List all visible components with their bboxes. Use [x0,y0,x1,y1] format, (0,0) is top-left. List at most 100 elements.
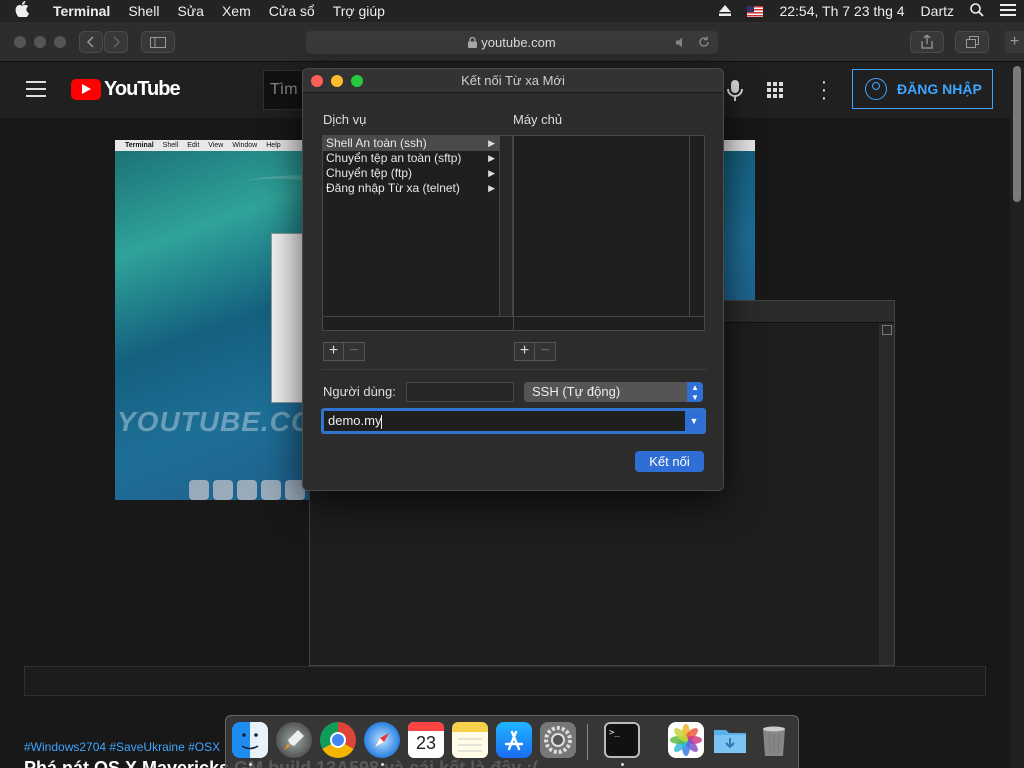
youtube-search-input[interactable]: Tìm [263,70,303,110]
running-indicator [621,763,624,766]
calendar-icon[interactable]: 23 [408,722,444,758]
new-tab-button[interactable]: + [1005,31,1024,53]
menu-edit[interactable]: Sửa [168,0,213,22]
chrome-icon[interactable] [320,722,356,758]
calendar-header [408,722,444,731]
page-scrollbar-thumb[interactable] [1013,66,1021,202]
running-indicator [381,763,384,766]
menu-window[interactable]: Cửa sổ [260,0,324,22]
dialog-minimize-button[interactable] [331,75,343,87]
apple-menu-icon[interactable] [0,1,44,21]
notification-center-icon[interactable] [1000,3,1016,19]
dialog-close-button[interactable] [311,75,323,87]
menubar-clock[interactable]: 22:54, Th 7 23 thg 4 [779,3,904,19]
window-close-button[interactable] [14,36,26,48]
video-menu-item: Terminal [125,142,154,149]
menu-view[interactable]: Xem [213,0,260,22]
youtube-play-icon [71,79,101,100]
finder-icon[interactable] [232,722,268,758]
video-menu-item: Window [232,142,258,149]
spotlight-search-icon[interactable] [970,2,984,20]
photos-icon[interactable] [668,722,704,758]
service-label: Chuyển tệp an toàn (sftp) [326,151,462,165]
safari-icon[interactable] [364,722,400,758]
share-button[interactable] [910,31,944,53]
app-store-icon[interactable] [496,722,532,758]
service-item-sftp[interactable]: Chuyển tệp an toàn (sftp) ▶ [323,151,499,166]
triangle-right-icon: ▶ [488,183,495,193]
tabs-icon [965,36,979,48]
launchpad-icon[interactable] [276,722,312,758]
triangle-right-icon: ▶ [488,168,495,178]
tabs-overview-button[interactable] [955,31,989,53]
address-url: youtube.com [481,35,556,50]
page-scrollbar[interactable] [1010,62,1024,768]
safari-toolbar: youtube.com + [0,22,1024,62]
new-remote-connection-dialog: Kết nối Từ xa Mới Dịch vụ Máy chủ Shell … [302,68,724,491]
add-service-button[interactable]: + [323,342,344,361]
account-icon [865,78,887,100]
window-minimize-button[interactable] [34,36,46,48]
share-icon [921,35,933,49]
video-hashtags[interactable]: #Windows2704 #SaveUkraine #OSX [24,740,220,754]
video-menu-item: Edit [187,142,200,149]
servers-list[interactable] [513,135,705,331]
service-item-ftp[interactable]: Chuyển tệp (ftp) ▶ [323,166,499,181]
reload-icon[interactable] [698,36,710,48]
menu-shell[interactable]: Shell [119,0,168,22]
terminal-prompt-glyph: >_ [609,728,620,738]
lock-icon [468,37,478,48]
services-label: Dịch vụ [323,112,367,127]
services-list[interactable]: Shell An toàn (ssh) ▶ Chuyển tệp an toàn … [322,135,499,317]
service-label: Shell An toàn (ssh) [326,136,427,150]
more-options-icon[interactable]: · · · [820,72,828,108]
sidebar-toggle-button[interactable] [141,31,175,53]
sign-in-label: ĐĂNG NHẬP [897,81,982,97]
protocol-popup[interactable]: SSH (Tự động) ▲ ▼ [524,382,703,402]
service-item-ssh[interactable]: Shell An toàn (ssh) ▶ [323,136,499,151]
host-combobox[interactable]: demo.my ▼ [321,408,706,434]
menubar-user[interactable]: Dartz [921,3,954,19]
eject-icon[interactable] [719,3,732,19]
services-list-footer [322,317,514,331]
menu-help[interactable]: Trợ giúp [324,0,394,22]
dock-separator [587,724,588,760]
connect-button[interactable]: Kết nối [635,451,704,472]
dialog-zoom-button[interactable] [351,75,363,87]
sign-in-button[interactable]: ĐĂNG NHẬP [852,69,993,109]
youtube-logo[interactable]: YouTube [71,78,181,101]
speaker-icon[interactable] [676,37,688,48]
back-button[interactable] [79,31,103,53]
forward-button[interactable] [104,31,128,53]
terminal-scrollbar[interactable] [879,323,894,665]
servers-add-remove: + − [514,342,556,361]
apps-grid-icon[interactable] [767,82,783,98]
video-menu-item: Help [266,142,281,149]
window-zoom-button[interactable] [54,36,66,48]
us-flag-input-icon[interactable] [747,5,764,17]
trash-icon[interactable] [756,722,792,758]
add-server-button[interactable]: + [514,342,535,361]
address-bar[interactable]: youtube.com [306,31,718,54]
system-preferences-icon[interactable] [540,722,576,758]
dialog-separator [321,369,707,370]
menu-app-name[interactable]: Terminal [44,0,119,22]
dialog-title: Kết nối Từ xa Mới [303,69,723,93]
service-item-telnet[interactable]: Đăng nhập Từ xa (telnet) ▶ [323,181,499,196]
notes-icon[interactable] [452,722,488,758]
remove-service-button[interactable]: − [344,342,365,361]
user-label: Người dùng: [323,384,396,399]
video-menu-item: Shell [162,142,179,149]
services-add-remove: + − [323,342,365,361]
terminal-icon[interactable]: >_ [604,722,640,758]
text-cursor [381,414,383,429]
calendar-day: 23 [415,733,437,753]
chevron-down-icon[interactable]: ▼ [685,411,703,431]
service-label: Đăng nhập Từ xa (telnet) [326,181,460,195]
hamburger-menu-icon[interactable] [26,81,46,97]
remove-server-button[interactable]: − [535,342,556,361]
microphone-icon[interactable] [727,79,743,103]
downloads-folder-icon[interactable] [712,722,748,758]
user-field[interactable] [406,382,514,402]
protocol-value: SSH (Tự động) [532,384,621,399]
